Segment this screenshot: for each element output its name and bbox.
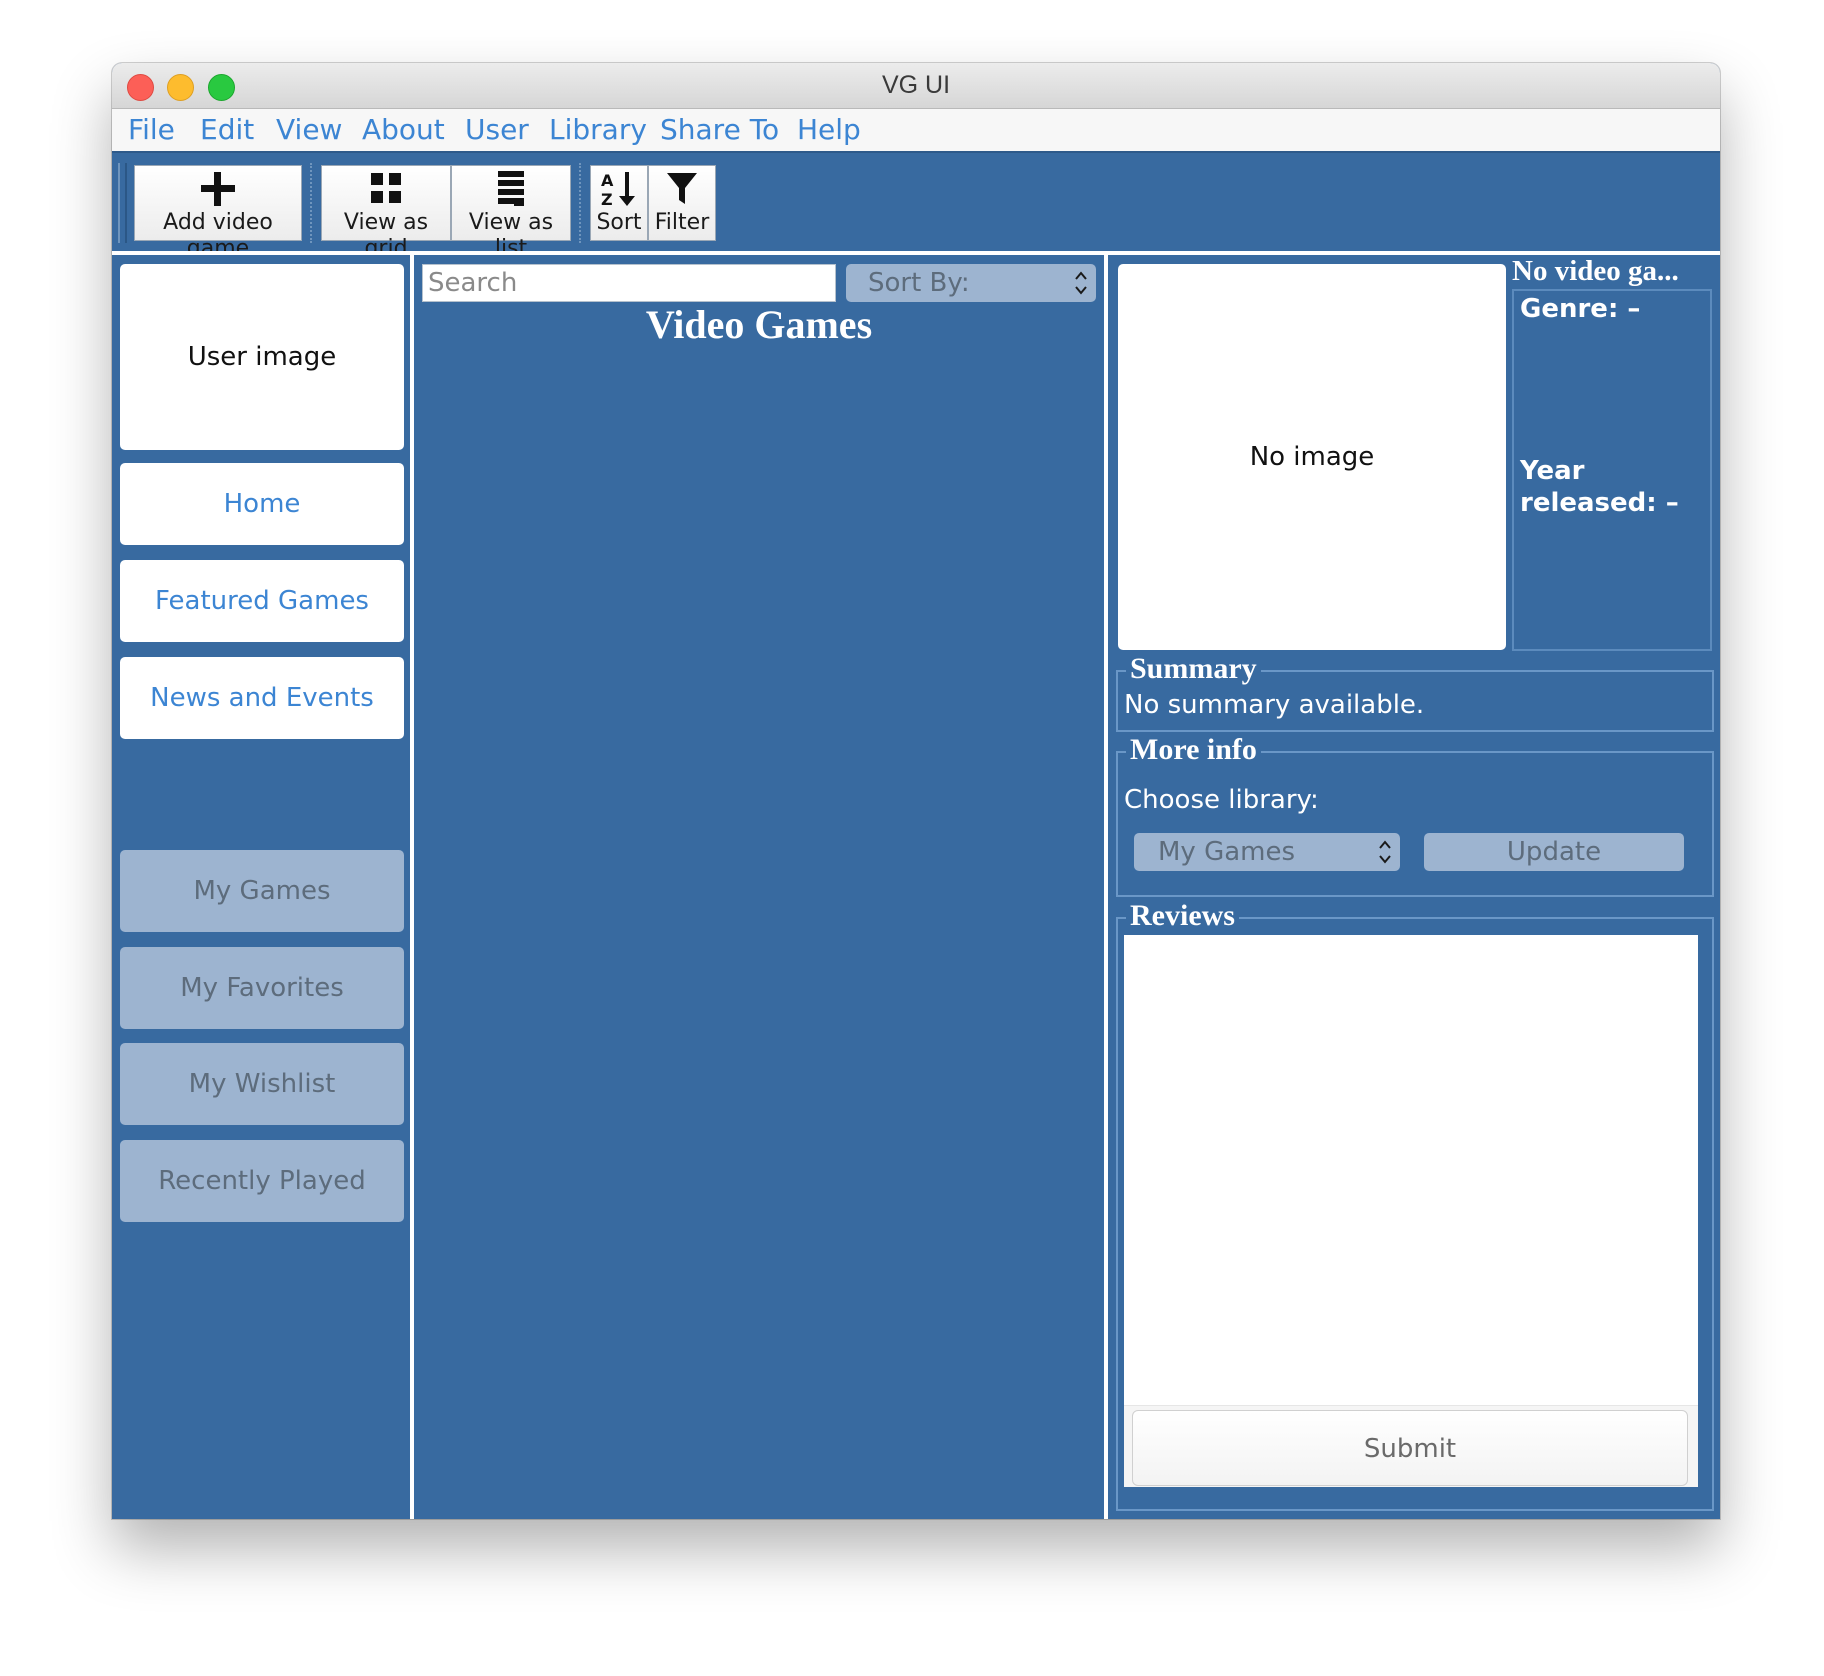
- toolbar-grip[interactable]: [118, 163, 127, 243]
- svg-text:Z: Z: [601, 190, 613, 209]
- list-icon: [452, 168, 570, 210]
- menu-edit[interactable]: Edit: [200, 109, 254, 151]
- game-details-panel: No image No video ga... Genre: – Year re…: [1110, 255, 1720, 1519]
- submit-button[interactable]: Submit: [1132, 1410, 1688, 1486]
- library-select[interactable]: My Games: [1134, 833, 1400, 871]
- sidebar-item-my-favorites[interactable]: My Favorites: [120, 947, 404, 1029]
- sort-by-select[interactable]: Sort By:: [846, 264, 1096, 302]
- updown-chevron-icon: [1074, 268, 1088, 298]
- filter-icon: [649, 168, 715, 210]
- menu-view[interactable]: View: [276, 109, 342, 151]
- page-title: Video Games: [645, 302, 873, 347]
- sidebar: User image Home Featured Games News and …: [112, 255, 410, 1519]
- app-window: VG UI File Edit View About User Library …: [112, 63, 1720, 1519]
- sort-button[interactable]: A Z Sort: [590, 165, 648, 241]
- updown-chevron-icon: [1378, 837, 1392, 867]
- sort-label: Sort: [596, 210, 642, 235]
- toolbar-separator: [579, 163, 581, 243]
- reviews-legend: Reviews: [1126, 899, 1239, 933]
- sidebar-item-my-games[interactable]: My Games: [120, 850, 404, 932]
- svg-text:A: A: [601, 171, 614, 190]
- sidebar-item-home[interactable]: Home: [120, 463, 404, 545]
- reviews-textarea[interactable]: [1124, 935, 1698, 1405]
- sidebar-item-news-and-events[interactable]: News and Events: [120, 657, 404, 739]
- menu-file[interactable]: File: [128, 109, 175, 151]
- view-as-grid-button[interactable]: View as grid: [321, 165, 451, 261]
- update-button[interactable]: Update: [1424, 833, 1684, 871]
- view-as-list-button[interactable]: View as list: [451, 165, 571, 261]
- menu-about[interactable]: About: [362, 109, 445, 151]
- library-select-value: My Games: [1158, 837, 1296, 867]
- more-info-section: More info Choose library: My Games Updat…: [1116, 733, 1714, 897]
- sidebar-item-my-wishlist[interactable]: My Wishlist: [120, 1043, 404, 1125]
- game-list-panel: Search Sort By: Video Games: [414, 255, 1104, 1519]
- sidebar-item-recently-played[interactable]: Recently Played: [120, 1140, 404, 1222]
- title-bar: VG UI: [112, 63, 1720, 109]
- sort-by-label: Sort By:: [868, 268, 970, 298]
- game-image: No image: [1118, 264, 1506, 650]
- user-image[interactable]: User image: [120, 264, 404, 450]
- menu-bar: File Edit View About User Library Share …: [112, 109, 1720, 153]
- summary-section: Summary No summary available.: [1116, 652, 1714, 732]
- menu-user[interactable]: User: [465, 109, 529, 151]
- sidebar-item-featured-games[interactable]: Featured Games: [120, 560, 404, 642]
- year-released-label-line1: Year: [1520, 456, 1585, 486]
- filter-label: Filter: [654, 210, 710, 235]
- filter-button[interactable]: Filter: [648, 165, 716, 241]
- menu-share-to[interactable]: Share To: [660, 109, 779, 151]
- toolbar-separator: [310, 163, 312, 243]
- menu-help[interactable]: Help: [797, 109, 861, 151]
- more-info-legend: More info: [1126, 733, 1261, 767]
- summary-text: No summary available.: [1124, 690, 1425, 720]
- game-title: No video ga...: [1512, 255, 1679, 287]
- sort-az-icon: A Z: [591, 168, 647, 210]
- game-info-box: Genre: – Year released: –: [1512, 289, 1712, 651]
- genre-label: Genre: –: [1520, 294, 1641, 324]
- choose-library-label: Choose library:: [1124, 785, 1319, 815]
- grid-icon: [322, 168, 450, 210]
- menu-library[interactable]: Library: [549, 109, 647, 151]
- year-released-label-line2: released: –: [1520, 488, 1679, 518]
- window-title: VG UI: [881, 71, 951, 99]
- summary-legend: Summary: [1126, 652, 1261, 686]
- panel-divider-right: [1104, 255, 1108, 1519]
- search-input[interactable]: Search: [422, 264, 836, 302]
- reviews-section: Reviews Submit: [1116, 899, 1714, 1511]
- add-video-game-button[interactable]: Add video game: [134, 165, 302, 261]
- submit-button-area: Submit: [1124, 1405, 1698, 1487]
- plus-icon: [135, 168, 301, 210]
